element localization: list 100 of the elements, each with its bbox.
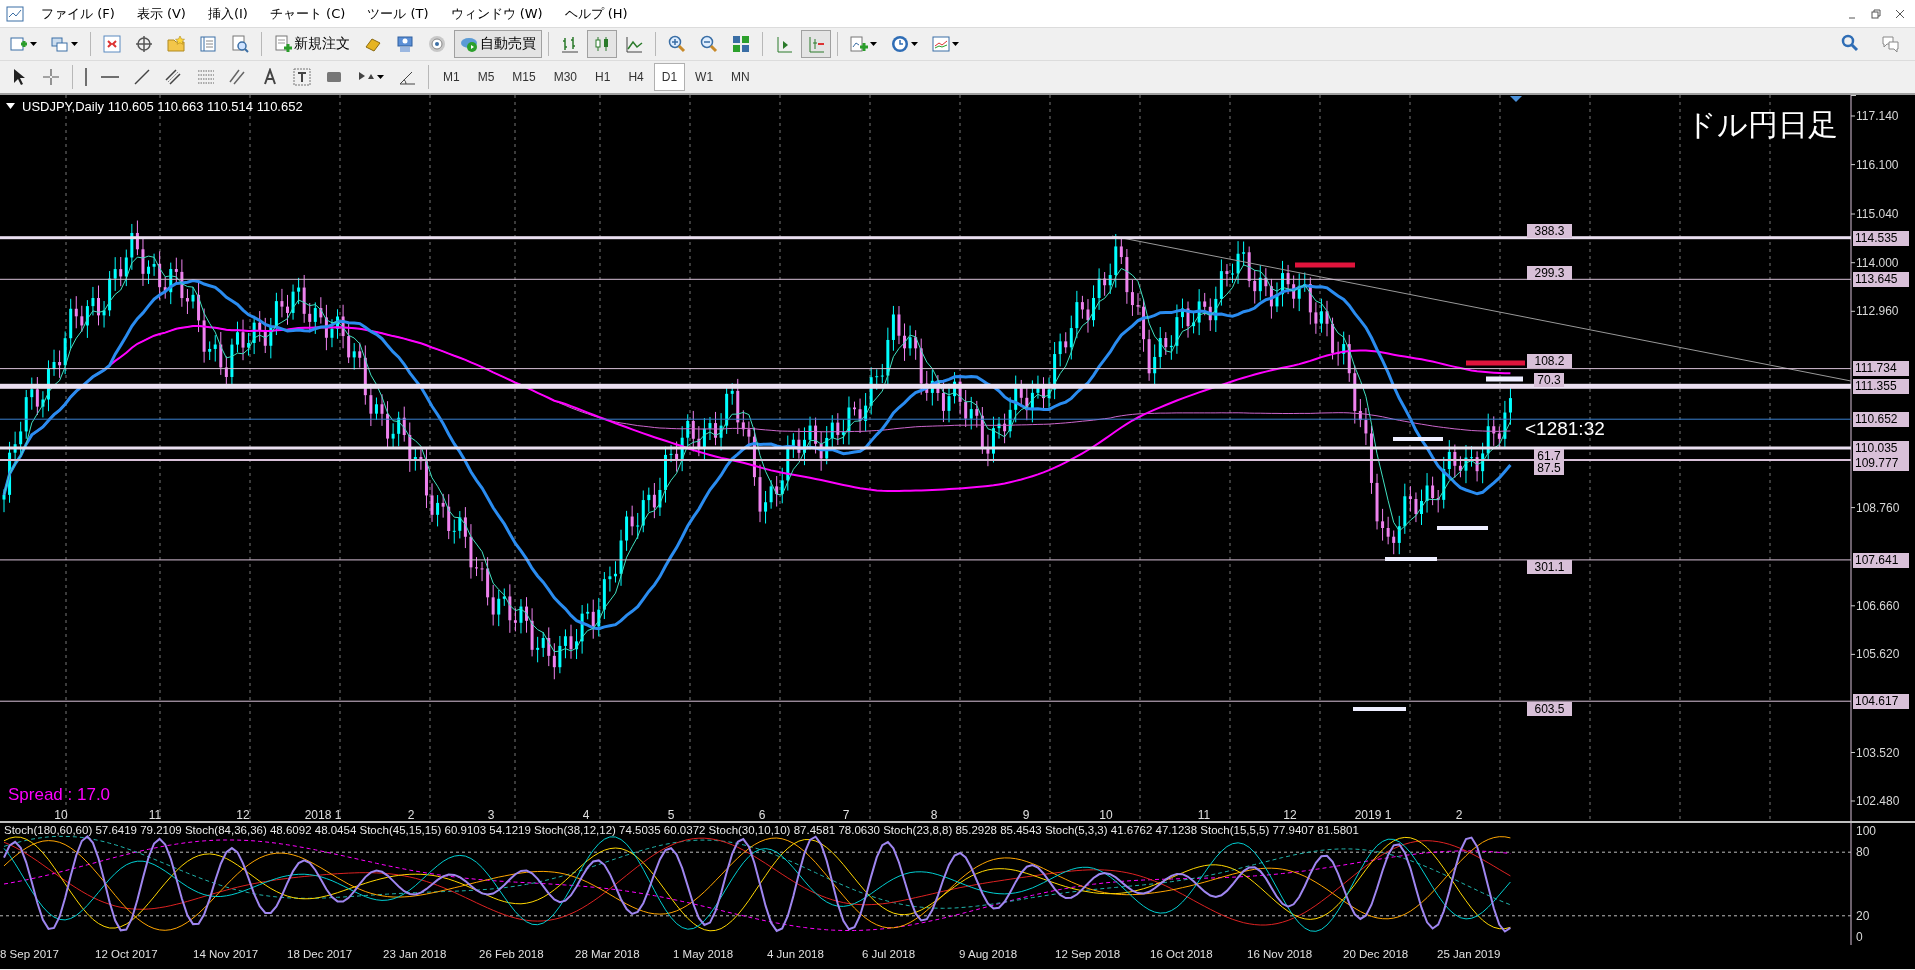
price-level-label: 107.641 <box>1853 552 1909 568</box>
price-axis-label: 112.960 <box>1856 304 1899 319</box>
price-level-label: 104.617 <box>1853 693 1909 709</box>
windows-icon <box>51 35 69 53</box>
caret-icon <box>30 42 37 46</box>
chart-template-icon <box>932 35 950 53</box>
month-label: 12 <box>236 808 250 822</box>
crosshair-icon <box>42 68 60 86</box>
price-level-label: 113.645 <box>1853 271 1909 287</box>
diagonal-line-icon <box>133 68 151 86</box>
price-axis-label: 105.620 <box>1856 647 1900 662</box>
date-label: 16 Nov 2018 <box>1247 948 1313 960</box>
menu-item[interactable]: ヘルプ (H) <box>553 4 639 23</box>
timeframe-tab[interactable]: M30 <box>545 63 586 91</box>
month-label: 2019 1 <box>1354 808 1392 822</box>
close-icon[interactable] <box>1895 8 1905 19</box>
fibonacci-label: 388.3 <box>1527 224 1572 238</box>
timeframe-tab[interactable]: D1 <box>653 63 686 91</box>
clock-icon <box>891 35 909 53</box>
chart-window-icon <box>6 4 24 23</box>
marker-bar <box>1486 376 1523 382</box>
indicator-legend: Stoch(180,60,60) 57.6419 79.2109 Stoch(84,36,36) 48.6092 48.0454 Stoch(45,15,15) 60.9103 54.1219 Stoch(38,12,12) 74.5035 60.0372 Stoch(30,10,10) 87.4581 78.0630 Stoch(23,8,8) 85.2928 85.4543 Stoch(5,3,3) 41.6762 47.1238 Stoch(15,5,5) 77.9407 81.5801 <box>4 824 1359 836</box>
cloud-play-icon <box>460 35 478 53</box>
menu-item[interactable]: ウィンドウ (W) <box>439 4 554 23</box>
timeframe-tab[interactable]: H1 <box>587 63 619 91</box>
zoom-out-icon <box>700 35 718 53</box>
chart-shift-icon <box>775 35 793 53</box>
candlestick-chart-button[interactable] <box>587 30 617 58</box>
vertical-line-icon <box>85 68 87 86</box>
document-magnifier-icon <box>231 35 249 53</box>
date-label: 8 Sep 2017 <box>0 948 59 960</box>
search-icon[interactable] <box>1841 34 1859 52</box>
menu-item[interactable]: 挿入(I) <box>196 4 259 23</box>
month-label: 2 <box>407 808 415 822</box>
menu-item[interactable]: ツール (T) <box>356 4 440 23</box>
menu-item[interactable]: 表示 (V) <box>125 4 197 23</box>
date-label: 12 Oct 2017 <box>95 948 158 960</box>
date-label: 16 Oct 2018 <box>1150 948 1213 960</box>
auto-scroll-button[interactable] <box>801 30 831 58</box>
oscillator-axis-label: 80 <box>1856 845 1870 860</box>
marker-bar <box>1353 707 1406 711</box>
dotted-lines-icon <box>197 68 215 86</box>
month-label: 6 <box>758 808 766 822</box>
price-axis-label: 114.000 <box>1856 255 1899 270</box>
price-axis-label: 102.480 <box>1856 794 1900 808</box>
date-label: 18 Dec 2017 <box>287 948 353 960</box>
caret-icon <box>911 42 918 46</box>
timeframe-tab[interactable]: M15 <box>504 63 544 91</box>
price-level-label: 110.652 <box>1853 411 1909 427</box>
month-label: 10 <box>1099 808 1113 822</box>
price-level-label: 111.355 <box>1853 378 1909 394</box>
triangle-marker-icon <box>1510 96 1522 102</box>
menu-item[interactable]: チャート (C) <box>258 4 357 23</box>
letter-icon <box>261 68 279 86</box>
caret-icon <box>870 42 877 46</box>
fibonacci-label: 70.3 <box>1534 373 1564 387</box>
auto-trading-button[interactable]: 自動売買 <box>454 30 542 58</box>
new-order-button[interactable]: 新規注文 <box>268 30 356 58</box>
marker-bar <box>1437 526 1488 530</box>
date-label: 26 Feb 2018 <box>479 948 544 960</box>
market-arrows-icon <box>103 35 121 53</box>
document-plus-icon <box>274 35 292 53</box>
timeframe-tab[interactable]: W1 <box>687 63 722 91</box>
month-label: 11 <box>1197 808 1211 822</box>
document-plus-icon <box>850 35 868 53</box>
price-level-label: 110.035 <box>1853 440 1909 456</box>
date-label: 12 Sep 2018 <box>1055 948 1121 960</box>
zoom-in-icon <box>668 35 686 53</box>
month-label: 8 <box>930 808 938 822</box>
line-chart-icon <box>625 35 643 53</box>
month-label: 9 <box>1022 808 1030 822</box>
oscillator-axis-label: 20 <box>1856 908 1870 923</box>
month-label: 11 <box>148 808 162 822</box>
month-label: 12 <box>1283 808 1297 822</box>
price-axis-label: 116.100 <box>1856 157 1899 172</box>
symbol-header: USDJPY,Daily 110.605 110.663 110.514 110.652 <box>22 99 303 114</box>
price-level-label: 111.734 <box>1853 360 1909 376</box>
chart-scroll-icon <box>807 35 825 53</box>
tiles-icon <box>732 35 750 53</box>
fibonacci-label: 301.1 <box>1527 560 1572 574</box>
timeframe-tab[interactable]: MN <box>723 63 758 91</box>
monitor-person-icon <box>396 35 414 53</box>
price-axis-label: 103.520 <box>1856 745 1900 760</box>
price-axis-label: 108.760 <box>1856 500 1900 515</box>
price-axis-label: 117.140 <box>1856 109 1899 123</box>
date-label: 14 Nov 2017 <box>193 948 259 960</box>
timeframe-tab[interactable]: H4 <box>620 63 652 91</box>
fibonacci-label: 108.2 <box>1527 354 1572 368</box>
timeframe-tab[interactable]: M1 <box>435 63 468 91</box>
fibonacci-label: 299.3 <box>1527 266 1572 280</box>
horizontal-line-icon <box>101 76 119 78</box>
date-label: 25 Jan 2019 <box>1437 948 1501 960</box>
bar-chart-icon <box>561 35 579 53</box>
fibonacci-label: 87.5 <box>1534 461 1564 475</box>
menu-item[interactable]: ファイル (F) <box>30 4 126 23</box>
chat-icon[interactable] <box>1881 34 1901 54</box>
restore-icon[interactable] <box>1871 8 1881 19</box>
text-frame-icon <box>293 68 311 86</box>
marker-bar <box>1295 262 1355 268</box>
timeframe-tab[interactable]: M5 <box>469 63 503 91</box>
